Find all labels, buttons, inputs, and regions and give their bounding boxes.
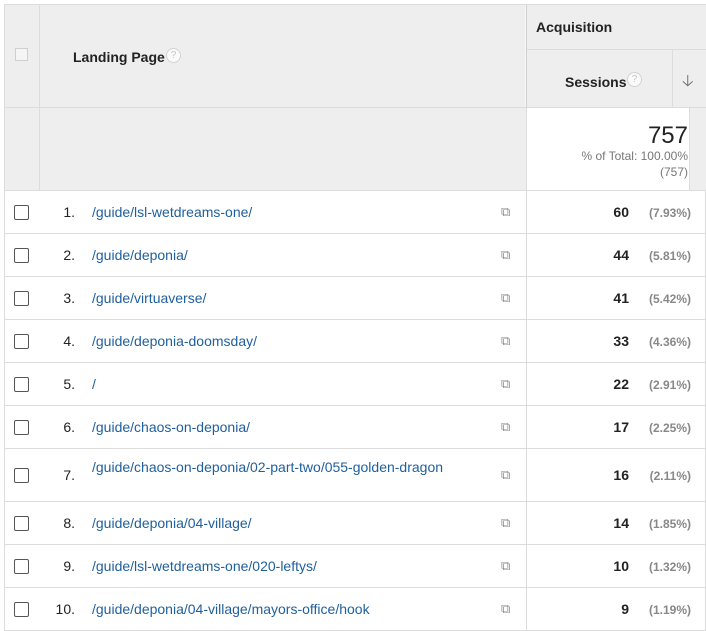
sessions-share: (2.11%) xyxy=(649,468,691,483)
sessions-share: (5.81%) xyxy=(648,248,691,263)
table-row: 8. /guide/deponia/04-village/⧉ 14 (1.85%) xyxy=(5,502,706,545)
row-checkbox[interactable] xyxy=(14,558,29,574)
open-in-new-window-icon[interactable]: ⧉ xyxy=(501,467,510,483)
row-checkbox[interactable] xyxy=(14,376,29,392)
row-index: 2. xyxy=(63,246,75,263)
row-index: 5. xyxy=(63,375,75,392)
sessions-value: 33 xyxy=(613,332,629,349)
landing-page-link[interactable]: /guide/lsl-wetdreams-one/020-leftys/ xyxy=(92,558,500,575)
sessions-total-cell: 757 % of Total: 100.00% (757) xyxy=(527,108,690,191)
sort-descending-icon[interactable]: 🡣 xyxy=(682,70,694,97)
sessions-value: 44 xyxy=(613,246,629,263)
sessions-value: 17 xyxy=(613,418,629,435)
table-row: 2. /guide/deponia/⧉ 44 (5.81%) xyxy=(5,234,706,277)
sessions-share: (1.85%) xyxy=(648,516,691,531)
sessions-help-icon[interactable]: ? xyxy=(627,72,642,87)
sessions-share: (2.91%) xyxy=(648,377,691,392)
sessions-total-absolute: (757) xyxy=(659,165,688,179)
row-index: 9. xyxy=(63,557,75,574)
sessions-share: (7.93%) xyxy=(648,205,691,220)
sessions-share: (2.25%) xyxy=(648,420,691,435)
sessions-value: 10 xyxy=(613,557,629,574)
table-row: 3. /guide/virtuaverse/⧉ 41 (5.42%) xyxy=(5,277,706,320)
row-checkbox[interactable] xyxy=(14,467,29,483)
acquisition-group-header: Acquisition xyxy=(527,5,706,50)
landing-page-link[interactable]: /guide/chaos-on-deponia/ xyxy=(92,419,500,436)
sessions-header-inner: Sessions ? xyxy=(527,50,673,107)
row-index: 6. xyxy=(63,418,75,435)
sessions-value: 14 xyxy=(613,514,629,531)
table-row: 6. /guide/chaos-on-deponia/⧉ 17 (2.25%) xyxy=(5,406,706,449)
landing-page-column-header[interactable]: Landing Page ? xyxy=(40,5,527,108)
sessions-share: (1.19%) xyxy=(648,602,691,617)
select-all-header-cell xyxy=(5,5,40,108)
landing-page-link[interactable]: / xyxy=(92,376,500,393)
sessions-column-header[interactable]: Sessions ? 🡣 xyxy=(527,50,706,108)
landing-page-link[interactable]: /guide/deponia/04-village/mayors-office/… xyxy=(92,601,500,618)
open-in-new-window-icon[interactable]: ⧉ xyxy=(501,515,510,531)
table-row: 4. /guide/deponia-doomsday/⧉ 33 (4.36%) xyxy=(5,320,706,363)
open-in-new-window-icon[interactable]: ⧉ xyxy=(501,247,510,263)
row-checkbox[interactable] xyxy=(14,290,29,306)
sessions-share: (1.32%) xyxy=(648,559,691,574)
table-row: 9. /guide/lsl-wetdreams-one/020-leftys/⧉ 1… xyxy=(5,545,706,588)
landing-page-link[interactable]: /guide/chaos-on-deponia/02-part-two/055-… xyxy=(92,459,500,476)
landing-page-header-label: Landing Page xyxy=(73,49,165,65)
row-checkbox[interactable] xyxy=(14,247,29,263)
sessions-value: 41 xyxy=(613,289,629,306)
open-in-new-window-icon[interactable]: ⧉ xyxy=(501,333,510,349)
landing-page-link[interactable]: /guide/deponia/ xyxy=(92,247,500,264)
row-checkbox[interactable] xyxy=(14,204,29,220)
landing-page-report-table: Landing Page ? Acquisition Sessions ? 🡣 … xyxy=(4,4,706,631)
sessions-value: 60 xyxy=(613,203,629,220)
row-checkbox[interactable] xyxy=(14,333,29,349)
open-in-new-window-icon[interactable]: ⧉ xyxy=(501,290,510,306)
acquisition-header-label: Acquisition xyxy=(536,19,613,35)
landing-page-link[interactable]: /guide/deponia/04-village/ xyxy=(92,515,500,532)
sessions-value: 9 xyxy=(621,600,629,617)
open-in-new-window-icon[interactable]: ⧉ xyxy=(501,601,510,617)
landing-page-link[interactable]: /guide/lsl-wetdreams-one/ xyxy=(92,204,500,221)
totals-check-cell xyxy=(5,108,40,191)
sessions-share: (5.42%) xyxy=(648,291,691,306)
row-index: 3. xyxy=(63,289,75,306)
row-checkbox[interactable] xyxy=(14,515,29,531)
sessions-header-label: Sessions xyxy=(565,74,627,90)
row-index: 1. xyxy=(63,203,75,220)
landing-page-help-icon[interactable]: ? xyxy=(166,48,181,63)
sessions-value: 16 xyxy=(613,466,629,483)
table-row: 5. / ⧉ 22 (2.91%) xyxy=(5,363,706,406)
landing-page-link[interactable]: /guide/virtuaverse/ xyxy=(92,290,500,307)
sessions-total-percent: % of Total: 100.00% xyxy=(581,149,688,163)
row-index: 10. xyxy=(55,600,75,617)
open-in-new-window-icon[interactable]: ⧉ xyxy=(501,419,510,435)
landing-page-link[interactable]: /guide/deponia-doomsday/ xyxy=(92,333,500,350)
sessions-share: (4.36%) xyxy=(648,334,691,349)
row-checkbox[interactable] xyxy=(14,419,29,435)
row-index: 8. xyxy=(63,514,75,531)
totals-label-cell xyxy=(40,108,527,191)
totals-spacer-cell xyxy=(690,108,706,191)
open-in-new-window-icon[interactable]: ⧉ xyxy=(501,558,510,574)
open-in-new-window-icon[interactable]: ⧉ xyxy=(501,376,510,392)
row-index: 7. xyxy=(63,466,75,483)
row-index: 4. xyxy=(63,332,75,349)
table-row: 1. /guide/lsl-wetdreams-one/⧉ 60 (7.93%) xyxy=(5,191,706,234)
open-in-new-window-icon[interactable]: ⧉ xyxy=(501,204,510,220)
select-all-checkbox[interactable] xyxy=(15,48,28,61)
sessions-value: 22 xyxy=(613,375,629,392)
table-row: 7. /guide/chaos-on-deponia/02-part-two/05… xyxy=(5,449,706,502)
sessions-total-value: 757 xyxy=(647,122,688,149)
row-checkbox[interactable] xyxy=(14,601,29,617)
table-row: 10. /guide/deponia/04-village/mayors-offi… xyxy=(5,588,706,631)
